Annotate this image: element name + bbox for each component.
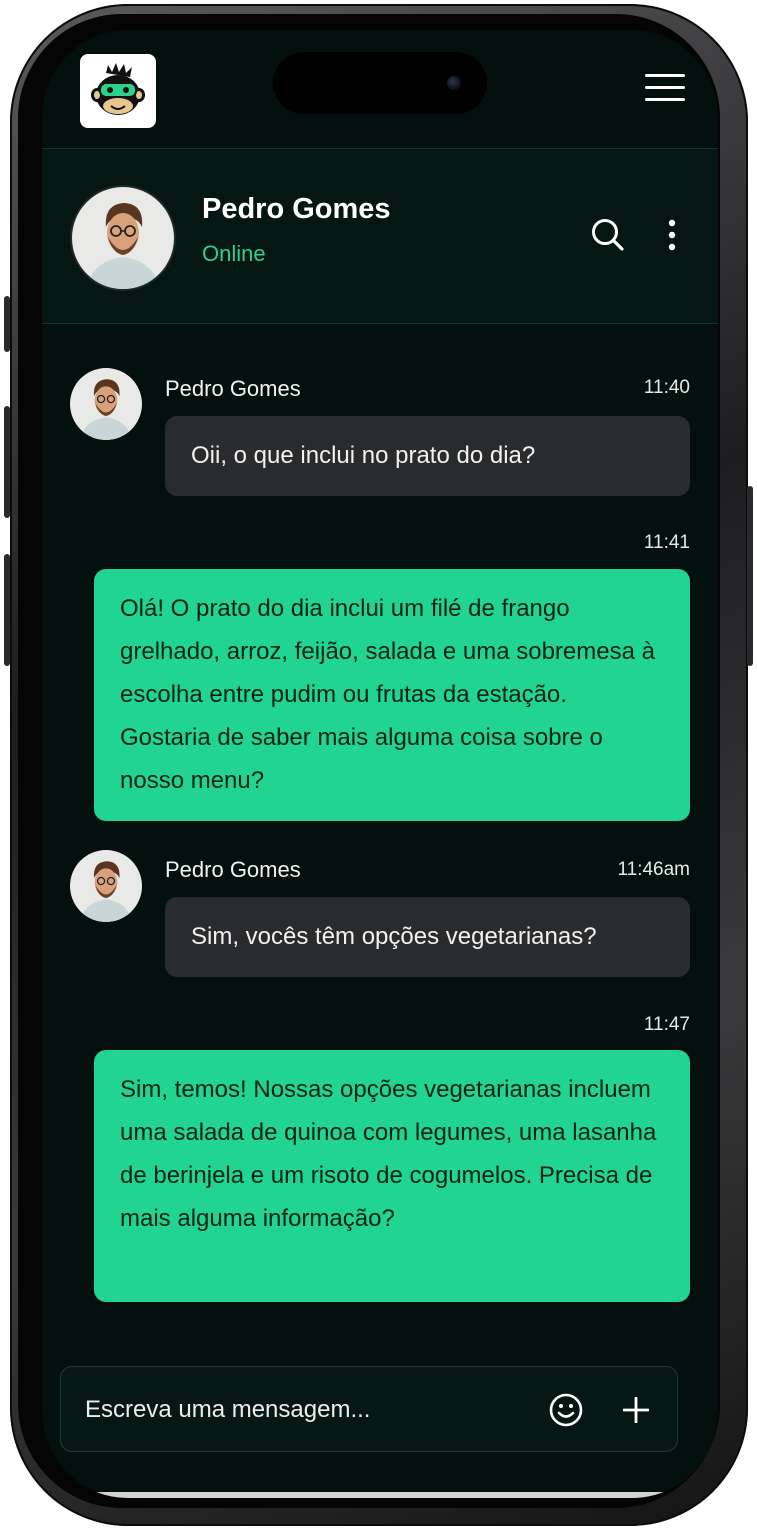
message-text: Sim, temos! Nossas opções vegetarianas i… <box>120 1076 657 1232</box>
app-logo[interactable] <box>80 54 156 128</box>
message-time: 11:40 <box>643 377 690 398</box>
message-input[interactable] <box>83 1389 527 1431</box>
contact-status: Online <box>202 241 266 266</box>
chat-screen: Pedro Gomes Online Pedro Gomes 11:40 Oii… <box>42 30 718 1498</box>
volume-down-button <box>4 554 10 666</box>
chat-header: Pedro Gomes Online <box>42 148 718 324</box>
message-time: 11:47 <box>643 1014 690 1035</box>
action-button <box>4 296 10 352</box>
more-vertical-icon[interactable] <box>660 217 684 258</box>
home-indicator <box>42 1492 718 1498</box>
message-time: 11:46am <box>617 859 690 880</box>
outgoing-message-bubble[interactable]: Sim, temos! Nossas opções vegetarianas i… <box>94 1050 690 1302</box>
message-sender: Pedro Gomes <box>165 857 301 882</box>
message-text: Olá! O prato do dia inclui um filé de fr… <box>120 595 655 794</box>
power-button <box>747 486 753 666</box>
sender-avatar[interactable] <box>70 368 142 440</box>
contact-avatar[interactable] <box>70 185 176 291</box>
volume-up-button <box>4 406 10 518</box>
camera-icon <box>447 76 461 90</box>
person-avatar-icon <box>70 850 142 922</box>
message-text: Sim, vocês têm opções vegetarianas? <box>191 923 597 950</box>
search-icon[interactable] <box>590 217 626 258</box>
message-sender: Pedro Gomes <box>165 376 301 401</box>
person-avatar-icon <box>72 187 174 289</box>
outgoing-message-bubble[interactable]: Olá! O prato do dia inclui um filé de fr… <box>94 569 690 821</box>
message-composer <box>60 1366 678 1452</box>
message-text: Oii, o que inclui no prato do dia? <box>191 442 536 469</box>
incoming-message-bubble[interactable]: Oii, o que inclui no prato do dia? <box>165 416 690 496</box>
hamburger-menu-icon[interactable] <box>645 74 685 108</box>
message-time: 11:41 <box>643 532 690 553</box>
person-avatar-icon <box>70 368 142 440</box>
incoming-message-bubble[interactable]: Sim, vocês têm opções vegetarianas? <box>165 897 690 977</box>
sender-avatar[interactable] <box>70 850 142 922</box>
smiley-icon[interactable] <box>549 1393 583 1432</box>
dynamic-island <box>273 52 487 114</box>
contact-name: Pedro Gomes <box>202 193 391 225</box>
plus-icon[interactable] <box>622 1396 650 1428</box>
monkey-gamer-icon <box>91 63 145 115</box>
